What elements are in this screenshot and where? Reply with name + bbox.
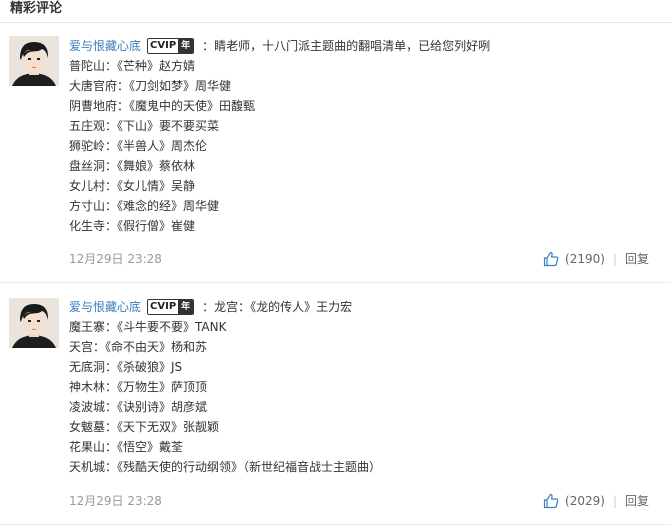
- reply-link[interactable]: 回复: [625, 249, 649, 269]
- comment-line: 女儿村：《女儿情》吴静: [69, 179, 196, 193]
- section-title: 精彩评论: [10, 1, 63, 16]
- comment-lead-text: ：睛老师，十八门派主题曲的翻唱清单，已给您列好咧: [202, 39, 491, 53]
- comment-line: 方寸山：《难念的经》周华健: [69, 199, 220, 213]
- comment-actions: (2190) | 回复: [543, 249, 649, 269]
- like-count[interactable]: (2190): [565, 249, 605, 269]
- comment-line: 天机城：《残酷天使的行动纲领》（新世纪福音战士主题曲）: [69, 460, 382, 474]
- vip-badge-year: 年: [178, 38, 194, 53]
- vip-badge-year: 年: [178, 299, 194, 314]
- comment-line: 神木林：《万物生》萨顶顶: [69, 380, 208, 394]
- comment-line: 化生寺：《假行僧》崔健: [69, 219, 196, 233]
- comment-line: 普陀山：《芒种》赵方婧: [69, 59, 196, 73]
- comment-timestamp: 12月29日 23:28: [69, 252, 162, 266]
- user-name[interactable]: 爱与恨藏心底: [69, 39, 141, 53]
- vip-badge-label: CVIP: [148, 299, 179, 314]
- like-count[interactable]: (2029): [565, 491, 605, 511]
- comment-line: 无底洞：《杀破狼》JS: [69, 360, 183, 374]
- comment-lead-text: ：龙宫：《龙的传人》王力宏: [202, 300, 353, 314]
- comment-line: 狮驼岭：《半兽人》周杰伦: [69, 139, 208, 153]
- comment-line: 盘丝洞：《舞娘》蔡依林: [69, 159, 196, 173]
- comment-line: 天宫：《命不由天》杨和苏: [69, 340, 208, 354]
- vip-badge[interactable]: CVIP 年: [147, 37, 195, 54]
- user-name[interactable]: 爱与恨藏心底: [69, 300, 141, 314]
- thumbs-up-icon[interactable]: [543, 493, 559, 509]
- comment-header: 爱与恨藏心底 CVIP 年 ：龙宫：《龙的传人》王力宏: [69, 297, 352, 317]
- comment-actions: (2029) | 回复: [543, 491, 649, 511]
- comment-line: 魔王寨：《斗牛要不要》TANK: [69, 320, 227, 334]
- comment-divider: [0, 282, 671, 283]
- comment-line: 五庄观：《下山》要不要买菜: [69, 119, 220, 133]
- comment-header: 爱与恨藏心底 CVIP 年 ：睛老师，十八门派主题曲的翻唱清单，已给您列好咧: [69, 36, 490, 56]
- comment-line: 凌波城：《诀别诗》胡彦斌: [69, 400, 208, 414]
- section-title-underline: [0, 22, 671, 23]
- comment-body: 魔王寨：《斗牛要不要》TANK 天宫：《命不由天》杨和苏 无底洞：《杀破狼》JS…: [69, 317, 381, 477]
- avatar[interactable]: [9, 36, 59, 86]
- comment-line: 阴曹地府：《魔鬼中的天使》田馥甄: [69, 99, 256, 113]
- action-separator: |: [612, 252, 617, 266]
- comment-timestamp: 12月29日 23:28: [69, 494, 162, 508]
- comment-line: 花果山：《悟空》戴荃: [69, 440, 184, 454]
- comment-line: 大唐官府：《刀剑如梦》周华健: [69, 79, 232, 93]
- comment-divider: [0, 524, 671, 525]
- vip-badge-label: CVIP: [148, 38, 179, 53]
- action-separator: |: [612, 494, 617, 508]
- reply-link[interactable]: 回复: [625, 491, 649, 511]
- comment-line: 女魃墓：《天下无双》张靓颖: [69, 420, 220, 434]
- comment-footer: 12月29日 23:28 (2190) | 回复: [0, 249, 671, 269]
- comment-footer: 12月29日 23:28 (2029) | 回复: [0, 491, 671, 511]
- thumbs-up-icon[interactable]: [543, 251, 559, 267]
- avatar[interactable]: [9, 298, 59, 348]
- comment-body: 普陀山：《芒种》赵方婧 大唐官府：《刀剑如梦》周华健 阴曹地府：《魔鬼中的天使》…: [69, 56, 255, 236]
- vip-badge[interactable]: CVIP 年: [147, 298, 195, 315]
